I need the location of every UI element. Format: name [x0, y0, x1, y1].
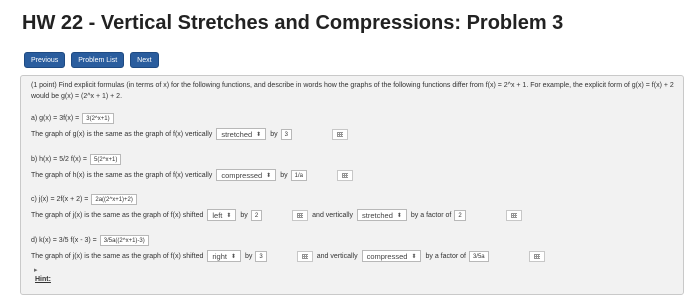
part-d-shift-field[interactable]: 3	[255, 250, 267, 262]
part-a-formula-row: a) g(x) = 3f(x) = 3(2^x+1)	[31, 113, 114, 124]
page-title: HW 22 - Vertical Stretches and Compressi…	[22, 12, 564, 34]
part-c-by-factor-label: by a factor of	[410, 211, 452, 219]
part-d-by-label: by	[244, 252, 253, 260]
hint-link[interactable]: Hint:	[35, 276, 51, 283]
part-c-description-row: The graph of j(x) is the same as the gra…	[31, 209, 522, 221]
part-b-by-label: by	[280, 171, 288, 179]
grid-icon[interactable]	[292, 209, 309, 221]
part-c-factor-field[interactable]: 2	[454, 209, 466, 221]
select-arrows-icon: ⬍	[411, 253, 417, 260]
problem-nav: Previous Problem List Next	[24, 52, 159, 68]
part-d-and-vertically-label: and vertically	[316, 252, 358, 260]
grid-icon[interactable]	[505, 209, 522, 221]
part-d-text: The graph of j(x) is the same as the gra…	[31, 252, 204, 260]
part-c-formula: c) j(x) = 2f(x + 2) =	[31, 196, 89, 203]
select-arrows-icon: ⬍	[226, 212, 232, 219]
part-b-description-row: The graph of h(x) is the same as the gra…	[31, 169, 353, 181]
grid-icon[interactable]	[331, 128, 348, 140]
part-d-factor-field[interactable]: 3/5a	[468, 250, 489, 262]
part-c-vertical-select[interactable]: stretched ⬍	[357, 209, 407, 221]
problem-intro: (1 point) Find explicit formulas (in ter…	[31, 82, 674, 100]
problem-panel: (1 point) Find explicit formulas (in ter…	[20, 75, 684, 295]
next-button[interactable]: Next	[130, 52, 159, 68]
part-c-by-label: by	[240, 211, 248, 219]
part-d-shift-select[interactable]: right ⬍	[207, 250, 241, 262]
part-b-formula: b) h(x) = 5/2 f(x) =	[31, 156, 88, 163]
part-a-description-row: The graph of g(x) is the same as the gra…	[31, 128, 348, 140]
part-d-by-factor-label: by a factor of	[425, 252, 466, 260]
part-c-and-vertically-label: and vertically	[312, 211, 354, 219]
part-c-text: The graph of j(x) is the same as the gra…	[31, 211, 204, 219]
part-a-text: The graph of g(x) is the same as the gra…	[31, 130, 213, 138]
part-d-description-row: The graph of j(x) is the same as the gra…	[31, 250, 545, 262]
part-d-vertical-select[interactable]: compressed ⬍	[361, 250, 422, 262]
part-c-formula-row: c) j(x) = 2f(x + 2) = 2a((2^x+1)+2)	[31, 194, 137, 205]
hint-arrow-icon: ▸	[34, 267, 38, 274]
part-c-answer-field[interactable]: 2a((2^x+1)+2)	[91, 194, 137, 205]
part-a-direction-select[interactable]: stretched ⬍	[216, 128, 267, 140]
part-b-direction-select[interactable]: compressed ⬍	[216, 169, 277, 181]
select-arrows-icon: ⬍	[396, 212, 402, 219]
part-c-shift-field[interactable]: 2	[250, 209, 263, 221]
part-a-by-label: by	[270, 130, 278, 138]
grid-icon[interactable]	[528, 250, 545, 262]
grid-icon[interactable]	[336, 169, 353, 181]
part-a-factor-field[interactable]: 3	[280, 128, 292, 140]
select-arrows-icon: ⬍	[230, 253, 236, 260]
part-b-formula-row: b) h(x) = 5/2 f(x) = 5(2^x+1)	[31, 154, 122, 165]
select-arrows-icon: ⬍	[266, 172, 272, 179]
previous-button[interactable]: Previous	[24, 52, 66, 68]
grid-icon[interactable]	[296, 250, 313, 262]
part-b-text: The graph of h(x) is the same as the gra…	[31, 171, 213, 179]
part-d-formula-row: d) k(x) = 3/5 f(x - 3) = 3/5a((2^x+1)-3)	[31, 235, 149, 246]
part-d-formula: d) k(x) = 3/5 f(x - 3) =	[31, 237, 97, 244]
select-arrows-icon: ⬍	[256, 131, 262, 138]
part-a-answer-field[interactable]: 3(2^x+1)	[82, 113, 114, 124]
part-a-formula: a) g(x) = 3f(x) =	[31, 115, 80, 122]
part-b-answer-field[interactable]: 5(2^x+1)	[90, 154, 122, 165]
problem-list-button[interactable]: Problem List	[71, 52, 125, 68]
part-b-factor-field[interactable]: 1/a	[290, 169, 307, 181]
part-d-answer-field[interactable]: 3/5a((2^x+1)-3)	[99, 235, 149, 246]
part-c-shift-select[interactable]: left ⬍	[207, 209, 237, 221]
